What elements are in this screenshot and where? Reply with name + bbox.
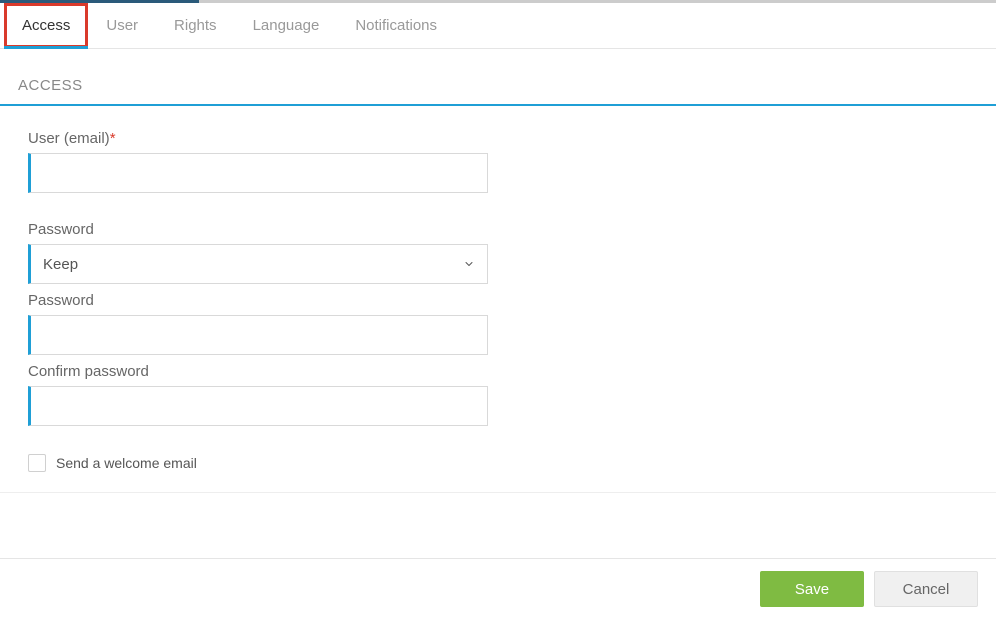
tab-user[interactable]: User xyxy=(88,3,156,48)
password-field-wrapper xyxy=(28,315,488,355)
required-mark: * xyxy=(110,130,116,147)
password-label: Password xyxy=(28,292,968,309)
cancel-button[interactable]: Cancel xyxy=(874,571,978,607)
password-mode-selected: Keep xyxy=(43,256,78,273)
save-button[interactable]: Save xyxy=(760,571,864,607)
welcome-email-label: Send a welcome email xyxy=(56,455,197,471)
section-title: ACCESS xyxy=(0,49,996,106)
footer-bar: Save Cancel xyxy=(0,558,996,619)
password-mode-label: Password xyxy=(28,221,968,238)
tab-notifications[interactable]: Notifications xyxy=(337,3,455,48)
password-input[interactable] xyxy=(43,316,475,354)
confirm-password-field-wrapper xyxy=(28,386,488,426)
tab-language[interactable]: Language xyxy=(235,3,338,48)
confirm-password-label: Confirm password xyxy=(28,363,968,380)
chevron-down-icon xyxy=(463,258,475,270)
password-mode-select[interactable]: Keep xyxy=(28,244,488,284)
user-email-label-text: User (email) xyxy=(28,130,110,147)
tab-access[interactable]: Access xyxy=(4,3,88,48)
confirm-password-input[interactable] xyxy=(43,387,475,425)
form-area: User (email)* Password Keep Password Con… xyxy=(0,106,996,493)
tab-rights[interactable]: Rights xyxy=(156,3,235,48)
user-email-label: User (email)* xyxy=(28,130,968,147)
user-email-input[interactable] xyxy=(43,154,475,192)
tab-bar: Access User Rights Language Notification… xyxy=(0,3,996,49)
user-email-field-wrapper xyxy=(28,153,488,193)
welcome-email-checkbox[interactable] xyxy=(28,454,46,472)
